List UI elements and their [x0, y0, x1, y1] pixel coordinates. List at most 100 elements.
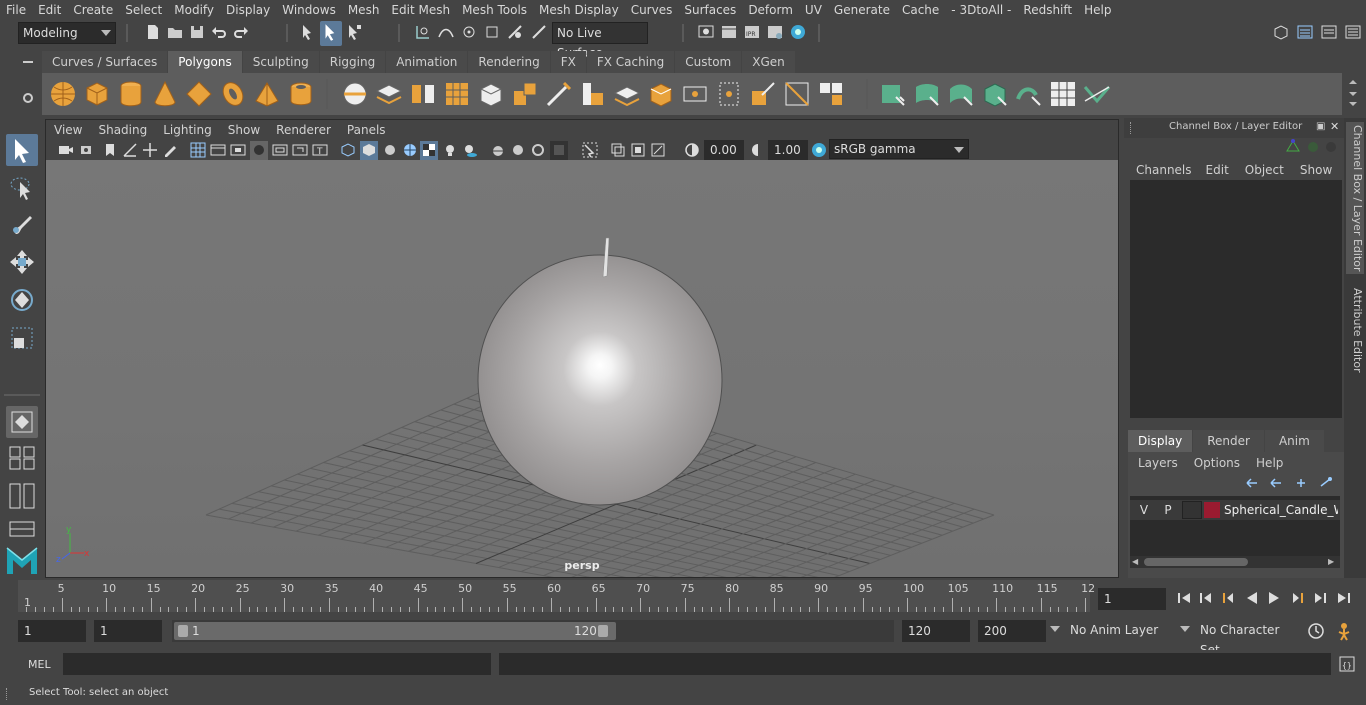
range-slider-handle[interactable]: 1 120	[174, 622, 616, 640]
undo-icon[interactable]	[210, 23, 228, 44]
tool-settings-icon[interactable]	[1320, 23, 1338, 44]
render-settings-icon[interactable]	[766, 23, 784, 44]
menu-display[interactable]: Display	[220, 0, 276, 20]
layer-tab-render[interactable]: Render	[1193, 430, 1264, 452]
ipr-render-icon[interactable]: IPR	[743, 23, 761, 44]
layer-color-swatch[interactable]	[1204, 502, 1220, 518]
playback-end-field[interactable]: 120	[902, 620, 970, 642]
menu-create[interactable]: Create	[67, 0, 119, 20]
help-menu[interactable]: Help	[1248, 454, 1291, 472]
live-surface-field[interactable]: No Live Surface	[552, 22, 648, 60]
uv-automatic-icon[interactable]	[980, 79, 1010, 109]
combine-icon[interactable]	[340, 79, 370, 109]
camera-attributes-icon[interactable]	[80, 142, 96, 161]
range-start-grip[interactable]	[178, 625, 188, 637]
move-layer-up-icon[interactable]	[1244, 476, 1260, 493]
menu-edit[interactable]: Edit	[32, 0, 67, 20]
uv-editor-icon[interactable]	[1048, 79, 1078, 109]
shelf-tab-fx[interactable]: FX	[550, 51, 586, 73]
shelf-tab-animation[interactable]: Animation	[386, 51, 468, 73]
channel-box-icon[interactable]	[1344, 23, 1362, 44]
snap-point-icon[interactable]	[460, 23, 478, 44]
select-object-icon[interactable]	[320, 21, 342, 46]
menu-windows[interactable]: Windows	[276, 0, 342, 20]
poly-plane-icon[interactable]	[184, 79, 214, 109]
shelf-settings-icon[interactable]	[18, 88, 38, 108]
menu-surfaces[interactable]: Surfaces	[678, 0, 742, 20]
soft-select-icon[interactable]	[6, 406, 38, 438]
color-management-icon[interactable]	[810, 141, 828, 162]
menu-help[interactable]: Help	[1078, 0, 1117, 20]
mirror-icon[interactable]	[408, 79, 438, 109]
redo-icon[interactable]	[232, 23, 250, 44]
grid-toggle-icon[interactable]	[190, 142, 206, 161]
edit-menu[interactable]: Edit	[1198, 160, 1237, 180]
save-scene-icon[interactable]	[188, 23, 206, 44]
step-back-key-icon[interactable]	[1220, 590, 1236, 609]
options-menu[interactable]: Options	[1186, 454, 1248, 472]
poly-pyramid-icon[interactable]	[252, 79, 282, 109]
motion-blur-icon[interactable]	[510, 142, 526, 161]
drag-handle[interactable]	[6, 688, 10, 700]
depth-of-field-icon[interactable]	[550, 141, 568, 162]
float-panel-icon[interactable]: ▣	[1316, 121, 1325, 132]
bridge-icon[interactable]	[578, 79, 608, 109]
wireframe-icon[interactable]	[340, 142, 356, 161]
layer-row[interactable]: V P Spherical_Candle_Whi	[1130, 500, 1340, 520]
menu-deform[interactable]: Deform	[742, 0, 799, 20]
color-space-selector[interactable]: sRGB gamma	[829, 139, 969, 159]
anim-layer-selector[interactable]: No Anim Layer	[1066, 620, 1178, 642]
mel-input[interactable]	[63, 653, 491, 675]
field-chart-icon[interactable]	[272, 142, 288, 161]
close-icon[interactable]: ✕	[1330, 120, 1339, 133]
channels-menu[interactable]: Channels	[1124, 160, 1198, 180]
play-forwards-icon[interactable]	[1266, 590, 1282, 609]
animation-end-field[interactable]: 200	[978, 620, 1046, 642]
2d-pan-zoom-icon[interactable]	[142, 142, 158, 161]
modeling-toolkit-icon[interactable]	[1272, 23, 1290, 44]
menu-edit-mesh[interactable]: Edit Mesh	[385, 0, 456, 20]
menu-modify[interactable]: Modify	[168, 0, 220, 20]
render-frame-icon[interactable]	[720, 23, 738, 44]
viewport-menu-shading[interactable]: Shading	[90, 120, 155, 140]
3d-viewport[interactable]: y x z persp	[46, 160, 1118, 577]
viewport-menu-lighting[interactable]: Lighting	[155, 120, 220, 140]
rotate-tool-icon[interactable]	[6, 284, 38, 316]
poly-cone-icon[interactable]	[150, 79, 180, 109]
resolution-gate-icon[interactable]	[230, 142, 246, 161]
separate-icon[interactable]	[374, 79, 404, 109]
default-material-icon[interactable]	[382, 142, 398, 161]
safe-action-icon[interactable]	[292, 142, 308, 161]
hypershade-icon[interactable]	[789, 23, 807, 44]
xray-icon[interactable]	[610, 142, 626, 161]
layer-tab-anim[interactable]: Anim	[1264, 430, 1324, 452]
menu-mesh-display[interactable]: Mesh Display	[533, 0, 625, 20]
side-tab-attribute-editor[interactable]: Attribute Editor	[1346, 282, 1364, 378]
layout-single-icon[interactable]	[6, 442, 38, 474]
attribute-editor-icon[interactable]	[1296, 23, 1314, 44]
layer-visibility-toggle[interactable]: V	[1134, 501, 1154, 519]
object-menu[interactable]: Object	[1237, 160, 1292, 180]
layer-playback-toggle[interactable]: P	[1158, 501, 1178, 519]
step-forward-icon[interactable]	[1312, 590, 1328, 609]
select-tool-icon[interactable]	[6, 134, 38, 166]
gamma-icon[interactable]	[750, 142, 766, 161]
gamma-field[interactable]: 1.00	[768, 140, 808, 160]
smooth-shade-icon[interactable]	[360, 141, 378, 162]
snap-vertex-icon[interactable]	[530, 23, 548, 44]
go-to-end-icon[interactable]	[1336, 590, 1352, 609]
shadows-icon[interactable]	[462, 142, 478, 161]
safe-title-icon[interactable]: T	[312, 142, 328, 161]
bevel-icon[interactable]	[510, 79, 540, 109]
isolate-select-icon[interactable]	[582, 142, 598, 161]
multisample-icon[interactable]	[530, 142, 546, 161]
viewport-menu-view[interactable]: View	[46, 120, 90, 140]
fill-hole-icon[interactable]	[646, 79, 676, 109]
image-plane-icon[interactable]	[122, 142, 138, 161]
menu-file[interactable]: File	[0, 0, 32, 20]
poly-sphere-icon[interactable]	[48, 79, 78, 109]
make-live-icon[interactable]	[506, 23, 524, 44]
shelf-tab-polygons[interactable]: Polygons	[168, 51, 242, 73]
layer-scrollbar[interactable]: ◀ ▶	[1130, 556, 1340, 568]
viewport-menu-show[interactable]: Show	[220, 120, 268, 140]
